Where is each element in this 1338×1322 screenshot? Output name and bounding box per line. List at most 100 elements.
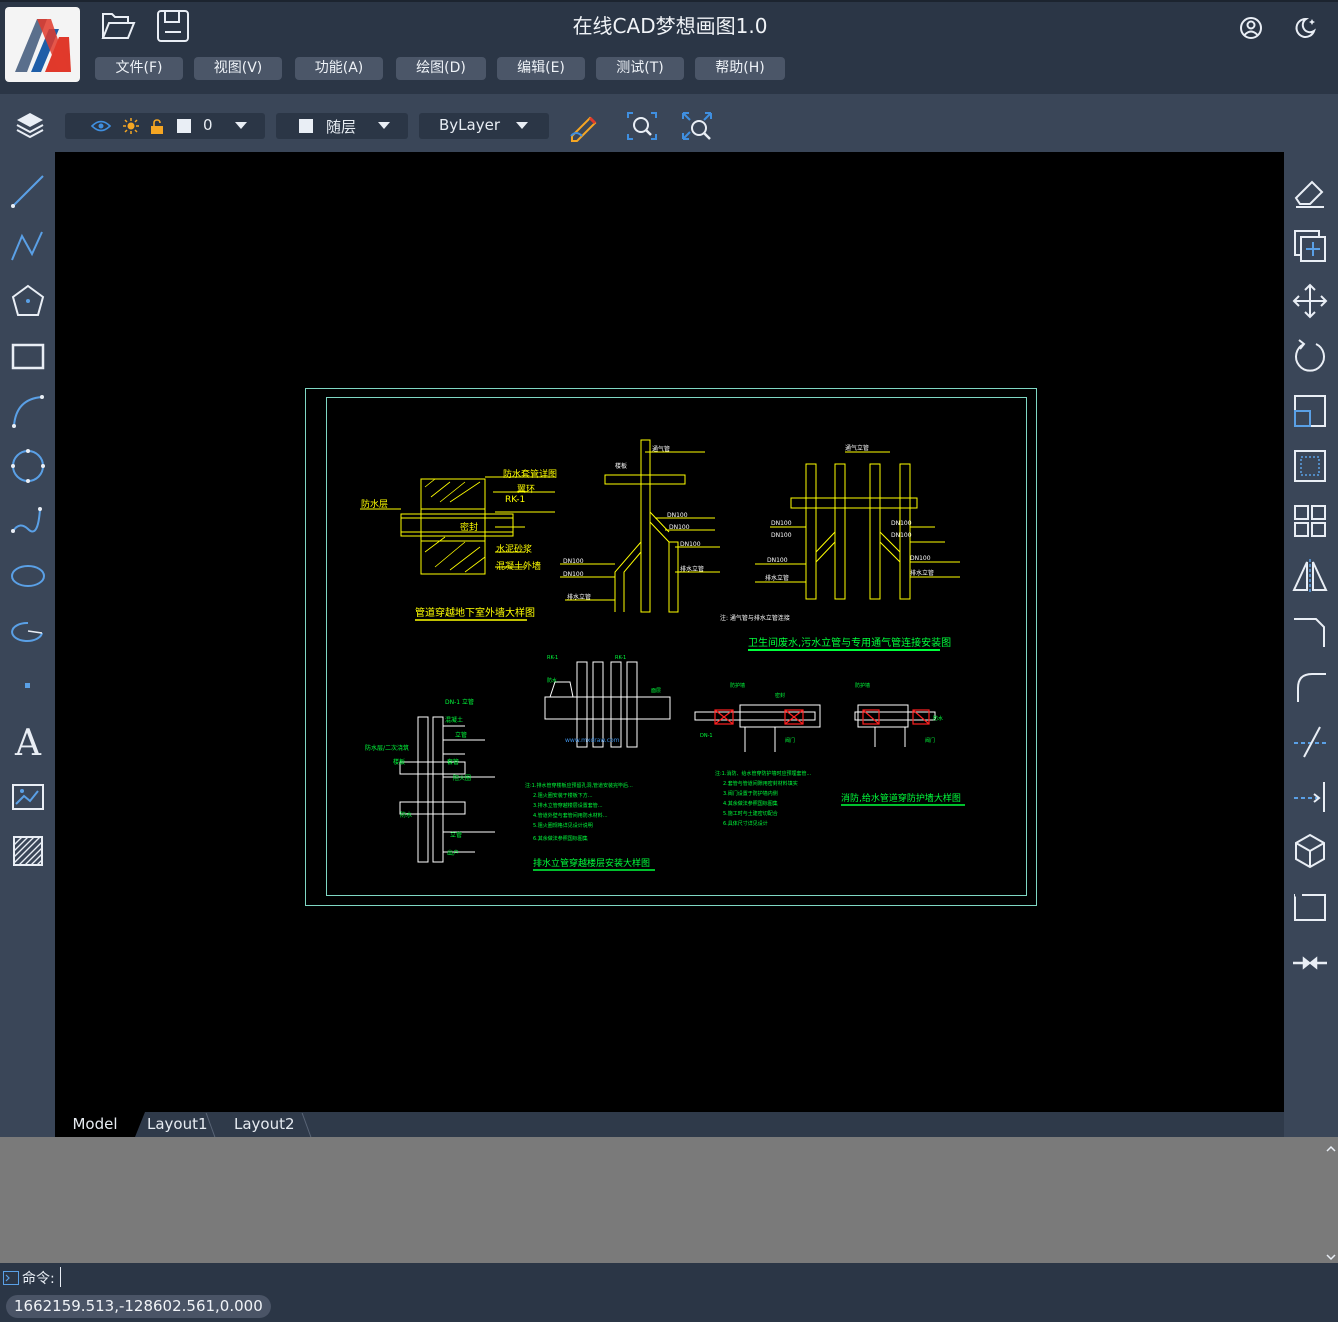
line-icon[interactable]: [8, 171, 48, 211]
tab-layout1[interactable]: Layout1: [147, 1112, 209, 1137]
svg-text:DN100: DN100: [680, 541, 701, 548]
color-dropdown[interactable]: 随层: [276, 113, 408, 139]
spline-icon[interactable]: [8, 501, 48, 541]
svg-text:5.阻火圈规格详见设计说明: 5.阻火圈规格详见设计说明: [533, 822, 593, 829]
zoom-window-icon[interactable]: [625, 110, 659, 142]
svg-text:DN100: DN100: [669, 524, 690, 531]
svg-text:防护墙: 防护墙: [855, 682, 870, 689]
svg-text:混凝土外墙: 混凝土外墙: [496, 560, 541, 572]
svg-text:密封: 密封: [460, 521, 478, 533]
svg-text:DN100: DN100: [767, 557, 788, 564]
save-file-icon[interactable]: [155, 8, 191, 44]
arc-icon[interactable]: [8, 391, 48, 431]
circle-icon[interactable]: [8, 446, 48, 486]
user-account-icon[interactable]: [1238, 15, 1264, 41]
polyline-icon[interactable]: [8, 226, 48, 266]
svg-text:DN100: DN100: [667, 512, 688, 519]
svg-text:2.套管与管道间隙用密封材料填实: 2.套管与管道间隙用密封材料填实: [723, 780, 798, 787]
move-icon[interactable]: [1290, 281, 1330, 321]
chamfer-icon[interactable]: [1290, 611, 1330, 651]
svg-text:通气管: 通气管: [652, 445, 670, 453]
svg-text:排水立管: 排水立管: [567, 593, 591, 601]
svg-text:www.mxdraw.com: www.mxdraw.com: [565, 737, 620, 744]
chevron-down-icon: [235, 122, 247, 129]
hatch-icon[interactable]: [8, 831, 48, 871]
svg-text:防水层/二次浇筑: 防水层/二次浇筑: [365, 744, 409, 752]
svg-text:防水: 防水: [547, 677, 557, 684]
svg-text:DN100: DN100: [771, 532, 792, 539]
menu-function[interactable]: 功能(A): [295, 57, 383, 80]
copy-icon[interactable]: [1290, 226, 1330, 266]
fillet-icon[interactable]: [1290, 666, 1330, 706]
svg-text:DN100: DN100: [563, 558, 584, 565]
svg-text:立管: 立管: [455, 731, 467, 739]
3d-box-icon[interactable]: [1290, 831, 1330, 871]
svg-text:A: A: [14, 723, 42, 761]
open-file-icon[interactable]: [100, 8, 136, 44]
text-icon[interactable]: A: [8, 721, 48, 764]
rotate-icon[interactable]: [1290, 336, 1330, 376]
svg-text:3.排水立管穿越楼层设置套管...: 3.排水立管穿越楼层设置套管...: [533, 802, 603, 809]
menu-view[interactable]: 视图(V): [194, 57, 282, 80]
svg-text:出户: 出户: [447, 849, 459, 857]
layers-icon[interactable]: [14, 110, 46, 140]
match-properties-icon[interactable]: [568, 110, 602, 142]
svg-text:排水立管: 排水立管: [680, 565, 704, 573]
svg-text:4.其余做法参照国标图集: 4.其余做法参照国标图集: [723, 800, 778, 807]
dark-mode-icon[interactable]: [1292, 15, 1318, 41]
svg-text:DN-1: DN-1: [700, 733, 713, 739]
svg-text:立管: 立管: [450, 831, 462, 839]
command-input[interactable]: [60, 1267, 1330, 1287]
svg-text:DN100: DN100: [891, 532, 912, 539]
svg-text:5.施工时与土建密切配合: 5.施工时与土建密切配合: [723, 810, 778, 817]
zoom-extents-icon[interactable]: [680, 110, 714, 142]
svg-text:防水: 防水: [933, 715, 943, 722]
linetype-dropdown[interactable]: ByLayer: [419, 113, 549, 139]
menu-help[interactable]: 帮助(H): [695, 57, 785, 80]
svg-text:2.阻火圈安装于楼板下方...: 2.阻火圈安装于楼板下方...: [533, 792, 593, 799]
erase-icon[interactable]: [1290, 172, 1330, 212]
menu-file[interactable]: 文件(F): [95, 57, 183, 80]
trim-icon[interactable]: [1290, 721, 1330, 761]
color-value: 随层: [326, 118, 357, 136]
drawing-canvas[interactable]: 防水套管详图 翼环 RK-1 防水层 密封 水泥砂浆 混凝土外墙 管道穿越地下室…: [55, 152, 1284, 1112]
scale-icon[interactable]: [1290, 391, 1330, 431]
select-window-icon[interactable]: [1290, 446, 1330, 486]
svg-text:DN-1 立管: DN-1 立管: [445, 698, 474, 706]
array-icon[interactable]: [1290, 501, 1330, 541]
command-history[interactable]: [0, 1137, 1338, 1263]
offset-icon[interactable]: [1290, 886, 1330, 926]
menu-draw[interactable]: 绘图(D): [396, 57, 486, 80]
svg-text:阻火圈: 阻火圈: [453, 774, 471, 782]
polygon-icon[interactable]: [8, 281, 48, 321]
scroll-up-icon[interactable]: [1325, 1140, 1337, 1152]
cad-drawing: 防水套管详图 翼环 RK-1 防水层 密封 水泥砂浆 混凝土外墙 管道穿越地下室…: [305, 388, 1037, 906]
svg-text:通气立管: 通气立管: [845, 444, 869, 452]
point-icon[interactable]: [8, 666, 48, 706]
layer-visible-icon: [91, 120, 111, 132]
tab-model[interactable]: Model: [55, 1112, 135, 1137]
drawing-title-4: 消防,给水管道穿防护墙大样图: [841, 792, 961, 804]
mirror-icon[interactable]: [1290, 556, 1330, 596]
tab-layout2[interactable]: Layout2: [234, 1112, 296, 1137]
image-icon[interactable]: [8, 776, 48, 816]
layer-dropdown[interactable]: 0: [65, 113, 265, 139]
svg-text:混凝土: 混凝土: [445, 716, 463, 724]
join-icon[interactable]: [1290, 941, 1330, 981]
ellipse-arc-icon[interactable]: [8, 611, 48, 651]
svg-text:排水立管: 排水立管: [765, 574, 789, 582]
svg-text:水泥砂浆: 水泥砂浆: [496, 543, 532, 555]
svg-text:DN100: DN100: [563, 571, 584, 578]
svg-text:排水立管: 排水立管: [910, 569, 934, 577]
extend-icon[interactable]: [1290, 776, 1330, 816]
drawing-label-rk1: RK-1: [505, 495, 525, 505]
chevron-down-icon: [516, 122, 528, 129]
scroll-down-icon[interactable]: [1325, 1248, 1337, 1261]
cursor-coordinates: 1662159.513,-128602.561,0.000: [6, 1295, 271, 1318]
menu-edit[interactable]: 编辑(E): [497, 57, 585, 80]
svg-text:楼板: 楼板: [393, 758, 405, 766]
rectangle-icon[interactable]: [8, 336, 48, 376]
layer-unlock-icon: [151, 119, 163, 134]
ellipse-icon[interactable]: [8, 556, 48, 596]
menu-test[interactable]: 测试(T): [596, 57, 684, 80]
